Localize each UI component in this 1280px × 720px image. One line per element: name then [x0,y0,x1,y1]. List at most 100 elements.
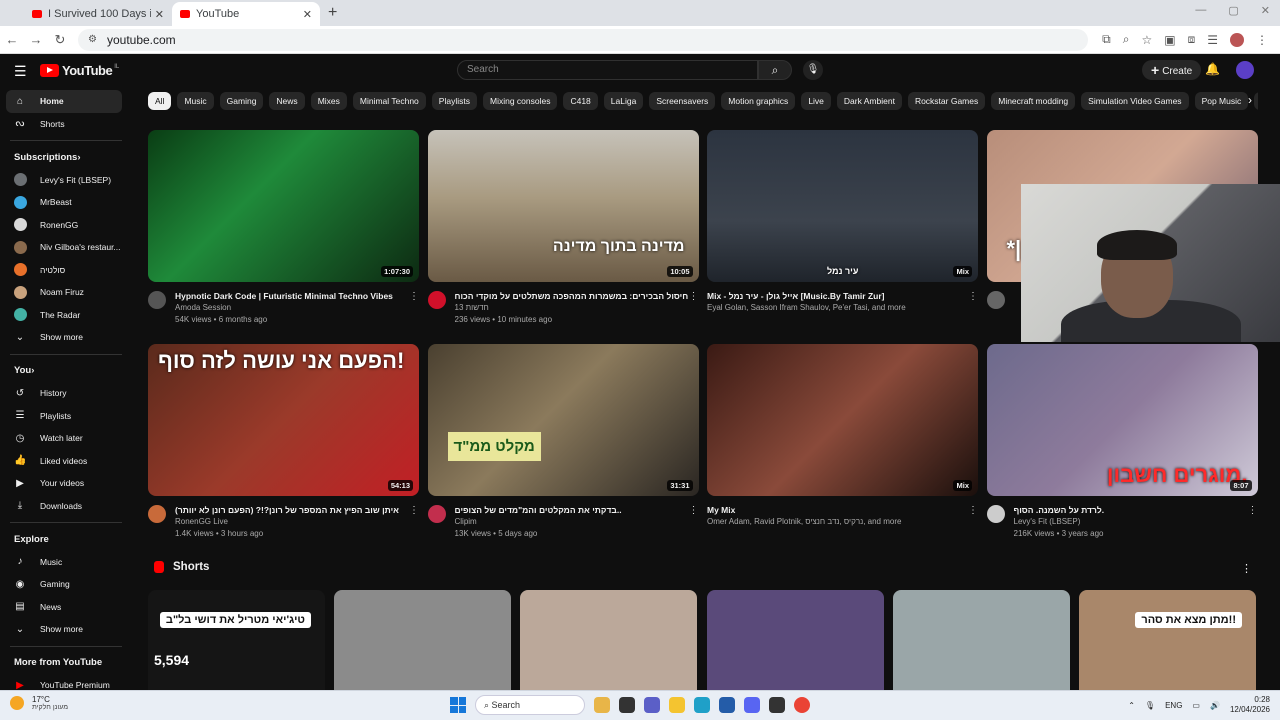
tab-youtube[interactable]: YouTube ✕ [172,2,320,26]
channel-avatar[interactable] [986,505,1005,523]
sidebar-item-playlists[interactable]: ☰ Playlists [0,405,130,428]
sidebar-item-watch-later[interactable]: ◷ Watch later [0,427,130,450]
profile-avatar[interactable] [1230,32,1244,47]
short-thumbnail[interactable] [334,590,512,690]
sidebar-subscription[interactable]: RonenGG [0,214,130,237]
new-tab-button[interactable]: + [328,2,337,26]
more-actions-icon[interactable]: ⋮ [689,291,699,326]
more-actions-icon[interactable]: ⋮ [968,291,978,314]
file-explorer-icon[interactable] [669,697,685,713]
voice-search-button[interactable]: 🎙 [803,60,823,80]
sidebar-item-music[interactable]: ♪ Music [0,551,130,574]
sidebar-item-shorts[interactable]: ᔓ Shorts [0,113,130,136]
video-thumbnail[interactable]: הפעם אני עושה לזה סוף! 54:13 [148,344,419,496]
channel-name[interactable]: Omer Adam, Ravid Plotnik, נרקיס ,נדב חנצ… [707,516,968,528]
chip-recently-uploaded[interactable]: Recently uploaded [1254,92,1258,110]
sidebar-subscription[interactable]: Niv Gilboa's restaur... [0,236,130,259]
tray-chevron-icon[interactable]: ⌃ [1128,701,1135,710]
chip-all[interactable]: All [148,92,172,110]
extensions-puzzle-icon[interactable]: ⧈ [1188,32,1196,47]
video-title[interactable]: בדקתי את המקלטים והמ"מדים של הצופים.. [455,505,689,516]
channel-name[interactable]: Clipim [455,516,689,528]
search-input[interactable]: Search [457,60,758,80]
sidebar-item-news[interactable]: ▤ News [0,596,130,619]
reload-icon[interactable]: ↻ [48,32,72,48]
chip-music[interactable]: Music [177,92,214,110]
channel-avatar[interactable] [148,505,166,523]
more-actions-icon[interactable]: ⋮ [1248,505,1258,540]
video-card[interactable]: מוגרים חשבון. 8:07 לרדת על השמנה. הסוף. Lev… [986,344,1258,540]
create-button[interactable]: + Create [1142,60,1202,80]
video-title[interactable]: לרדת על השמנה. הסוף. [1014,505,1248,516]
short-thumbnail[interactable]: טיג'יאי מטריל את דושי בל"ב 5,594 [148,590,325,690]
bookmark-star-icon[interactable]: ☆ [1141,33,1152,47]
sidebar-item-downloads[interactable]: ⤓ Downloads [0,495,130,518]
chip-dark-ambient[interactable]: Dark Ambient [836,92,902,110]
account-avatar[interactable] [1236,61,1254,79]
chip-screensavers[interactable]: Screensavers [649,92,716,110]
discord-icon[interactable] [744,697,760,713]
more-actions-icon[interactable]: ⋮ [689,505,699,540]
chrome-icon[interactable] [794,697,810,713]
short-thumbnail[interactable]: מתן מצא את סהר!! [1079,590,1256,690]
chip-minimal-techno[interactable]: Minimal Techno [352,92,426,110]
chip-c418[interactable]: C418 [563,92,598,110]
tray-mic-icon[interactable]: 🎙 [1145,701,1155,710]
extension-icon[interactable]: ▣ [1164,33,1175,47]
video-thumbnail[interactable]: מוגרים חשבון. 8:07 [986,344,1258,496]
tab-skyblock[interactable]: I Survived 100 Days in Skyblock ✕ [24,2,172,26]
sidebar-subscription[interactable]: Levy's Fit (LBSEP) [0,169,130,192]
video-card[interactable]: עיר נמל Mix Mix - אייל גולן - עיר נמל [Mus… [707,130,978,314]
github-icon[interactable] [769,697,785,713]
teams-icon[interactable] [644,697,660,713]
back-icon[interactable]: ← [0,32,24,47]
search-button[interactable]: ⌕ [758,60,792,80]
video-title[interactable]: My Mix [707,505,968,516]
subscriptions-header[interactable]: Subscriptions › [0,146,130,169]
channel-avatar[interactable] [148,291,166,309]
sidebar-item-liked-videos[interactable]: 👍 Liked videos [0,450,130,473]
chip-simulation-video-games[interactable]: Simulation Video Games [1081,92,1189,110]
menu-kebab-icon[interactable]: ⋮ [1256,33,1268,47]
you-header[interactable]: You › [0,360,130,383]
volume-icon[interactable]: 🔊 [1210,701,1220,710]
reading-list-icon[interactable]: ☰ [1207,33,1218,47]
show-more-button[interactable]: ⌄ Show more [0,326,130,349]
short-thumbnail[interactable] [706,590,884,690]
url-field[interactable]: ⚙ youtube.com [78,28,1088,51]
video-title[interactable]: Mix - אייל גולן - עיר נמל [Music.By Tami… [707,291,968,302]
chip-minecraft-modding[interactable]: Minecraft modding [991,92,1076,110]
edge-icon[interactable] [694,697,710,713]
video-thumbnail[interactable]: מקלט ממ"ד 31:31 [427,344,699,496]
weather-widget[interactable]: 17°C מעונן חלקית [10,695,68,711]
channel-avatar[interactable] [427,505,446,523]
channel-name[interactable]: Amoda Session [175,302,409,314]
sidebar-item-home[interactable]: ⌂ Home [6,90,122,113]
language-indicator[interactable]: ENG [1165,701,1182,710]
store-icon[interactable] [719,697,735,713]
chip-mixing-consoles[interactable]: Mixing consoles [482,92,558,110]
channel-name[interactable]: Eyal Golan, Sasson Ifram Shaulov, Pe'er … [707,302,968,314]
sidebar-item-history[interactable]: ↺ History [0,382,130,405]
chip-gaming[interactable]: Gaming [219,92,264,110]
more-actions-icon[interactable]: ⋮ [409,505,419,540]
chip-news[interactable]: News [269,92,305,110]
chip-pop-music[interactable]: Pop Music [1194,92,1249,110]
video-card[interactable]: Mix My Mix Omer Adam, Ravid Plotnik, נרקיס… [707,344,978,528]
video-thumbnail[interactable]: 1:07:30 [148,130,419,282]
chip-motion-graphics[interactable]: Motion graphics [721,92,796,110]
close-tab-icon[interactable]: ✕ [155,8,164,21]
widgets-icon[interactable] [594,697,610,713]
sidebar-item-your-videos[interactable]: ▶ Your videos [0,472,130,495]
install-app-icon[interactable]: ⧉ [1102,32,1111,47]
short-thumbnail[interactable] [892,590,1070,690]
sidebar-subscription[interactable]: MrBeast [0,191,130,214]
video-title[interactable]: איתן שוב הפיץ את המספר של רונן?!? (הפעם … [175,505,409,516]
video-card[interactable]: מדינה בתוך מדינה 10:05 חרף חיסול הבכירים: … [427,130,699,326]
chip-live[interactable]: Live [801,92,831,110]
video-thumbnail[interactable]: מדינה בתוך מדינה 10:05 [427,130,699,282]
more-actions-icon[interactable]: ⋮ [409,291,419,326]
more-actions-icon[interactable]: ⋮ [968,505,978,528]
shorts-menu-icon[interactable]: ⋮ [1241,562,1252,575]
video-card[interactable]: 1:07:30 Hypnotic Dark Code | Futuristic M… [148,130,419,326]
